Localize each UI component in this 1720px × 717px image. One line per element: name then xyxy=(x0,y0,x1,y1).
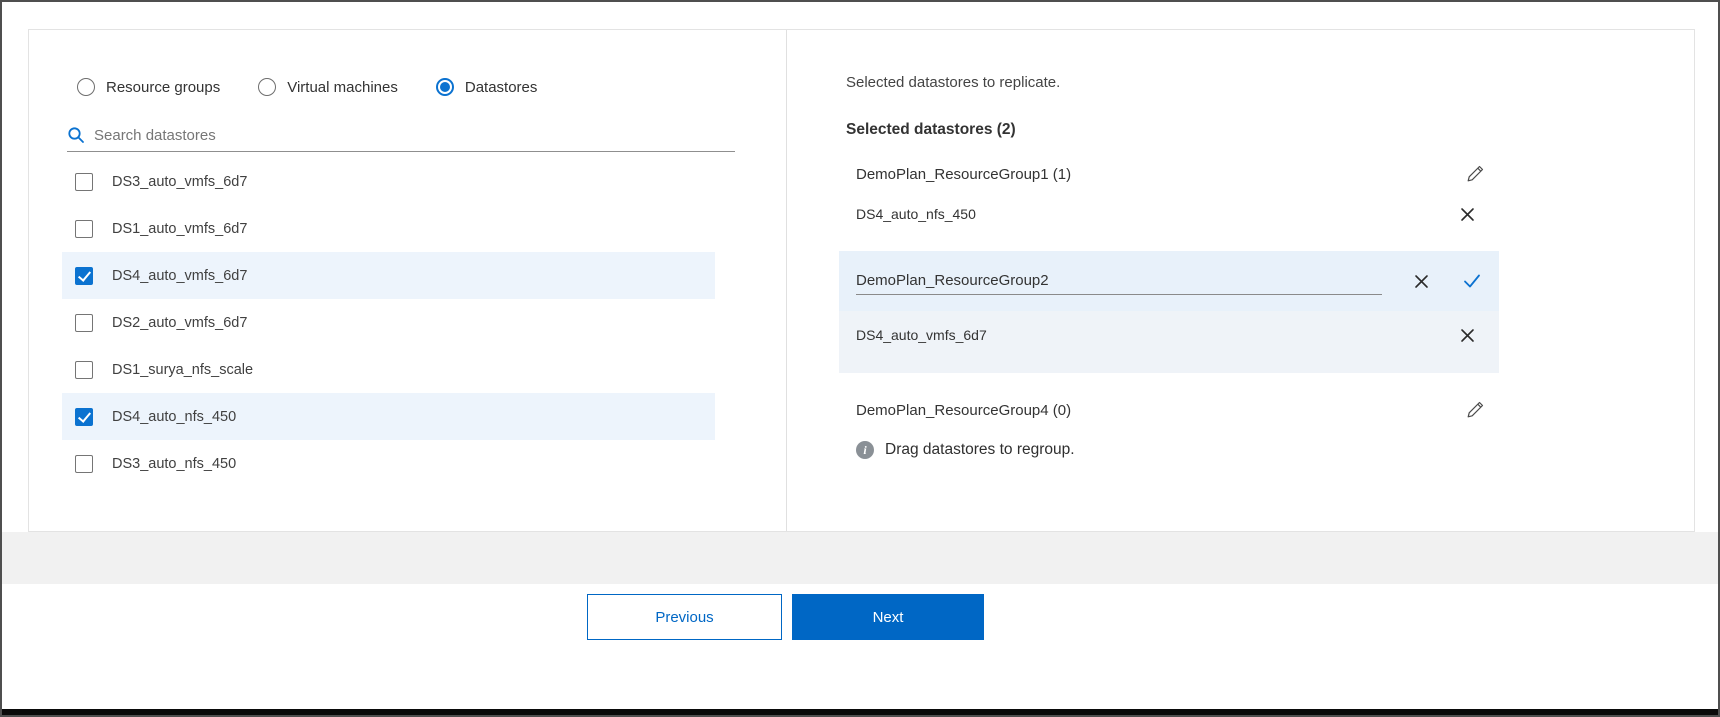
datastore-label: DS4_auto_vmfs_6d7 xyxy=(112,268,247,284)
datastore-label: DS3_auto_nfs_450 xyxy=(112,456,236,472)
previous-button[interactable]: Previous xyxy=(587,594,782,640)
datastore-row[interactable]: DS4_auto_nfs_450 xyxy=(62,393,715,440)
pencil-icon xyxy=(1465,164,1485,184)
search-icon xyxy=(67,126,85,144)
datastore-checkbox[interactable] xyxy=(75,314,93,332)
selected-datastores-heading: Selected datastores (2) xyxy=(846,121,1694,139)
datastore-label: DS1_auto_vmfs_6d7 xyxy=(112,221,247,237)
resource-group-row: DemoPlan_ResourceGroup4 (0) xyxy=(839,391,1499,429)
resource-group-row: DemoPlan_ResourceGroup1 (1) xyxy=(839,155,1499,193)
replication-wizard-window: Resource groups Virtual machines Datasto… xyxy=(0,0,1720,717)
datastore-checkbox[interactable] xyxy=(75,267,93,285)
pencil-icon xyxy=(1465,400,1485,420)
datastore-label: DS2_auto_vmfs_6d7 xyxy=(112,315,247,331)
datastore-row[interactable]: DS3_auto_nfs_450 xyxy=(62,440,715,487)
info-icon: i xyxy=(856,441,874,459)
drag-hint: i Drag datastores to regroup. xyxy=(856,441,1694,459)
datastore-label: DS1_surya_nfs_scale xyxy=(112,362,253,378)
remove-datastore-button[interactable] xyxy=(1458,326,1477,345)
group-datastore-name: DS4_auto_vmfs_6d7 xyxy=(856,327,987,343)
window-bottom-bar xyxy=(2,709,1718,715)
view-mode-radio-group: Resource groups Virtual machines Datasto… xyxy=(29,78,786,96)
radio-virtual-machines-control[interactable] xyxy=(258,78,276,96)
resource-group-edit-box: DS4_auto_vmfs_6d7 xyxy=(839,251,1499,373)
resource-group-edit-body: DS4_auto_vmfs_6d7 xyxy=(839,311,1499,373)
selected-datastores-pane: Selected datastores to replicate. Select… xyxy=(787,30,1694,531)
datastore-checkbox[interactable] xyxy=(75,220,93,238)
datastore-row[interactable]: DS3_auto_vmfs_6d7 xyxy=(62,158,715,205)
radio-datastores-control[interactable] xyxy=(436,78,454,96)
datastore-label: DS3_auto_vmfs_6d7 xyxy=(112,174,247,190)
background-band xyxy=(2,532,1718,584)
radio-datastores[interactable]: Datastores xyxy=(436,78,538,96)
radio-datastores-label: Datastores xyxy=(465,79,538,96)
resource-group-name: DemoPlan_ResourceGroup4 (0) xyxy=(856,402,1071,419)
radio-virtual-machines-label: Virtual machines xyxy=(287,79,398,96)
check-icon xyxy=(1463,273,1481,289)
datastore-row[interactable]: DS4_auto_vmfs_6d7 xyxy=(62,252,715,299)
datastore-checkbox[interactable] xyxy=(75,361,93,379)
pane-subtitle: Selected datastores to replicate. xyxy=(846,74,1694,91)
group-datastore-name: DS4_auto_nfs_450 xyxy=(856,206,976,222)
datastore-checkbox[interactable] xyxy=(75,455,93,473)
radio-virtual-machines[interactable]: Virtual machines xyxy=(258,78,398,96)
datastore-label: DS4_auto_nfs_450 xyxy=(112,409,236,425)
edit-group-button[interactable] xyxy=(1463,162,1487,186)
search-input[interactable] xyxy=(94,127,735,144)
edit-group-button[interactable] xyxy=(1463,398,1487,422)
next-button[interactable]: Next xyxy=(792,594,984,640)
resource-group-name: DemoPlan_ResourceGroup1 (1) xyxy=(856,166,1071,183)
source-selection-pane: Resource groups Virtual machines Datasto… xyxy=(29,30,787,531)
radio-resource-groups-control[interactable] xyxy=(77,78,95,96)
group-datastore-row: DS4_auto_vmfs_6d7 xyxy=(839,311,1499,359)
datastore-selection-card: Resource groups Virtual machines Datasto… xyxy=(28,29,1695,532)
datastore-list: DS3_auto_vmfs_6d7 DS1_auto_vmfs_6d7 DS4_… xyxy=(62,158,715,487)
datastore-row[interactable]: DS1_auto_vmfs_6d7 xyxy=(62,205,715,252)
wizard-footer: Previous Next xyxy=(587,594,984,640)
datastore-checkbox[interactable] xyxy=(75,173,93,191)
group-name-input[interactable] xyxy=(856,267,1382,295)
close-icon xyxy=(1460,328,1475,343)
resource-group-edit-header xyxy=(839,251,1499,311)
datastore-checkbox[interactable] xyxy=(75,408,93,426)
radio-resource-groups[interactable]: Resource groups xyxy=(77,78,220,96)
group-datastore-row: DS4_auto_nfs_450 xyxy=(839,193,1499,235)
close-icon xyxy=(1460,207,1475,222)
datastore-row[interactable]: DS2_auto_vmfs_6d7 xyxy=(62,299,715,346)
datastore-search xyxy=(67,126,735,152)
remove-datastore-button[interactable] xyxy=(1458,205,1477,224)
cancel-rename-button[interactable] xyxy=(1412,272,1431,291)
datastore-row[interactable]: DS1_surya_nfs_scale xyxy=(62,346,715,393)
drag-hint-text: Drag datastores to regroup. xyxy=(885,441,1075,459)
radio-resource-groups-label: Resource groups xyxy=(106,79,220,96)
close-icon xyxy=(1414,274,1429,289)
confirm-rename-button[interactable] xyxy=(1461,271,1483,291)
